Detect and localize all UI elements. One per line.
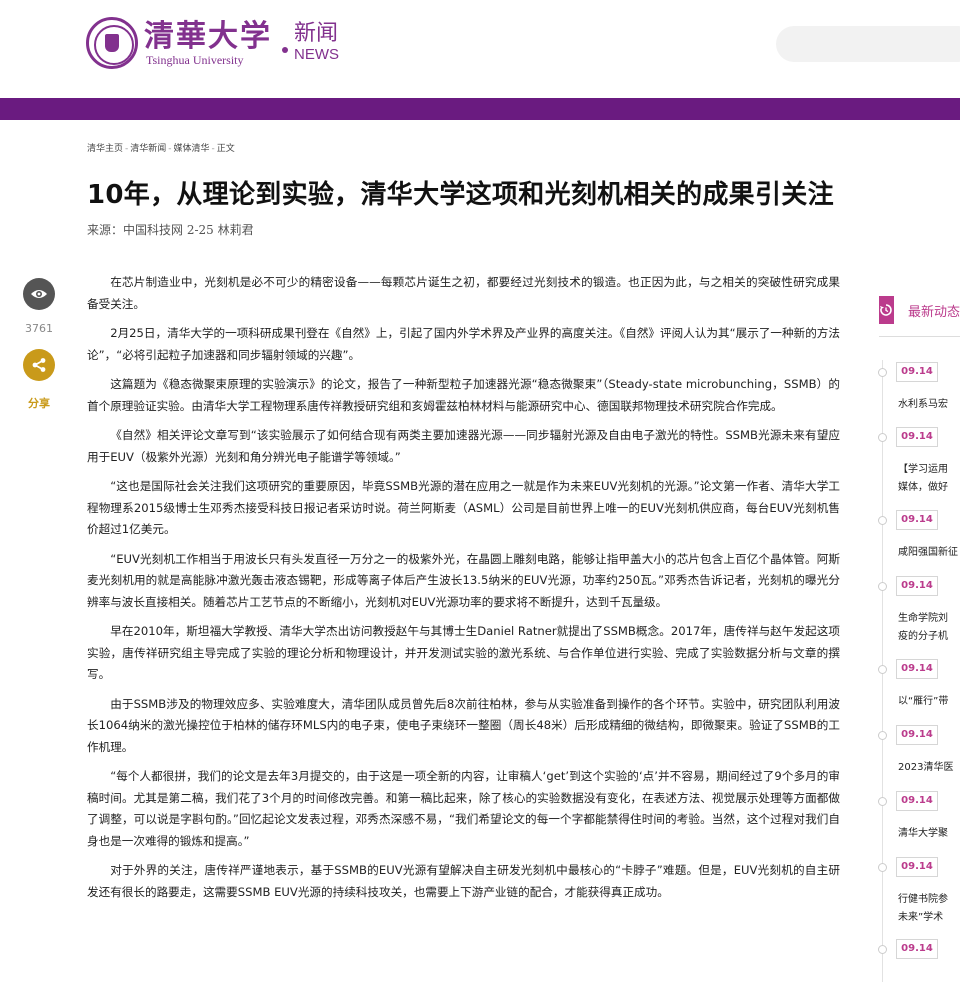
news-title-line2[interactable]: 疫的分子机 — [898, 628, 960, 646]
latest-news-title: 最新动态 — [907, 304, 960, 320]
news-title[interactable]: 咸阳强国新征 — [898, 544, 960, 562]
article-paragraph: 在芯片制造业中，光刻机是必不可少的精密设备——每颗芯片诞生之初，都要经过光刻技术… — [87, 275, 840, 311]
news-title[interactable]: 水利系马宏 — [898, 396, 960, 414]
search-input[interactable] — [776, 26, 960, 62]
breadcrumb-separator: - — [168, 144, 172, 154]
eye-icon — [31, 290, 47, 298]
news-title[interactable]: 清华大学聚 — [898, 825, 960, 843]
news-label-cn: 新闻 — [294, 21, 339, 46]
news-date: 09.14 — [896, 659, 938, 679]
news-date: 09.14 — [896, 725, 938, 745]
share-button[interactable] — [23, 349, 55, 381]
news-title[interactable]: 生命学院刘 — [898, 610, 960, 628]
breadcrumb-home[interactable]: 清华主页 — [87, 144, 123, 154]
news-date: 09.14 — [896, 362, 938, 382]
article-paragraph: “每个人都很拼，我们的论文是去年3月提交的，由于这是一项全新的内容，让审稿人‘g… — [87, 769, 840, 848]
timeline-dot — [878, 797, 887, 806]
article-paragraph: 早在2010年，斯坦福大学教授、清华大学杰出访问教授赵午与其博士生Daniel … — [87, 624, 840, 681]
tsinghua-news-logo[interactable]: 清華大学 Tsinghua University 新闻 NEWS — [86, 16, 339, 70]
article-paragraph: 这篇题为《稳态微聚束原理的实验演示》的论文，报告了一种新型粒子加速器光源“稳态微… — [87, 377, 840, 413]
news-title[interactable]: 以“雁行”带 — [898, 693, 960, 711]
news-title-line2[interactable]: 媒体，做好 — [898, 479, 960, 497]
news-title[interactable]: 2023清华医 — [898, 759, 960, 777]
share-icon — [32, 358, 46, 372]
page-title: 10年，从理论到实验，清华大学这项和光刻机相关的成果引关注 — [87, 180, 834, 210]
view-count: 3761 — [25, 322, 53, 335]
sidebar-divider — [879, 336, 960, 337]
latest-news-header: 最新动态 — [879, 296, 960, 324]
article-paragraph: 对于外界的关注，唐传祥严谨地表示，基于SSMB的EUV光源有望解决自主研发光刻机… — [87, 863, 840, 899]
site-header: 清華大学 Tsinghua University 新闻 NEWS — [0, 0, 960, 98]
timeline-dot — [878, 863, 887, 872]
article-paragraph: 2月25日，清华大学的一项科研成果刊登在《自然》上，引起了国内外学术界及产业界的… — [87, 326, 840, 362]
article-paragraph: “这也是国际社会关注我们这项研究的重要原因，毕竟SSMB光源的潜在应用之一就是作… — [87, 479, 840, 536]
timeline-dot — [878, 516, 887, 525]
article-source: 来源：中国科技网 2-25 林莉君 — [87, 223, 254, 237]
timeline-dot — [878, 582, 887, 591]
article-paragraph: “EUV光刻机工作相当于用波长只有头发直径一万分之一的极紫外光，在晶圆上雕刻电路… — [87, 551, 840, 609]
breadcrumb-news[interactable]: 清华新闻 — [130, 144, 166, 154]
article-body: 在芯片制造业中，光刻机是必不可少的精密设备——每颗芯片诞生之初，都要经过光刻技术… — [87, 272, 840, 911]
news-label-en: NEWS — [294, 46, 339, 63]
breadcrumb-separator: - — [125, 144, 129, 154]
news-title[interactable]: 【学习运用 — [898, 461, 960, 479]
news-date: 09.14 — [896, 510, 938, 530]
share-label[interactable]: 分享 — [23, 395, 55, 411]
views-button[interactable] — [23, 278, 55, 310]
breadcrumb: 清华主页 - 清华新闻 - 媒体清华 - 正文 — [87, 141, 235, 154]
timeline-dot — [878, 731, 887, 740]
timeline-dot — [878, 433, 887, 442]
refresh-icon — [879, 296, 894, 324]
timeline-dot — [878, 368, 887, 377]
breadcrumb-current: 正文 — [216, 144, 235, 154]
article-paragraph: 《自然》相关评论文章写到“该实验展示了如何结合现有两类主要加速器光源——同步辐射… — [87, 428, 840, 464]
timeline-dot — [878, 665, 887, 674]
logo-dot — [282, 47, 288, 53]
news-date: 09.14 — [896, 939, 938, 959]
news-title-line2[interactable]: 未来”学术 — [898, 909, 960, 927]
nav-bar — [0, 98, 960, 120]
news-date: 09.14 — [896, 576, 938, 596]
university-name-cn: 清華大学 — [144, 19, 272, 54]
timeline-dot — [878, 945, 887, 954]
news-title[interactable]: 行健书院参 — [898, 891, 960, 909]
breadcrumb-media[interactable]: 媒体清华 — [174, 144, 210, 154]
article-paragraph: 由于SSMB涉及的物理效应多、实验难度大，清华团队成员曾先后8次前往柏林，参与从… — [87, 696, 840, 754]
tsinghua-seal-icon — [86, 17, 138, 69]
breadcrumb-separator: - — [211, 144, 215, 154]
university-name-en: Tsinghua University — [146, 53, 244, 67]
news-date: 09.14 — [896, 791, 938, 811]
news-date: 09.14 — [896, 857, 938, 877]
news-date: 09.14 — [896, 427, 938, 447]
